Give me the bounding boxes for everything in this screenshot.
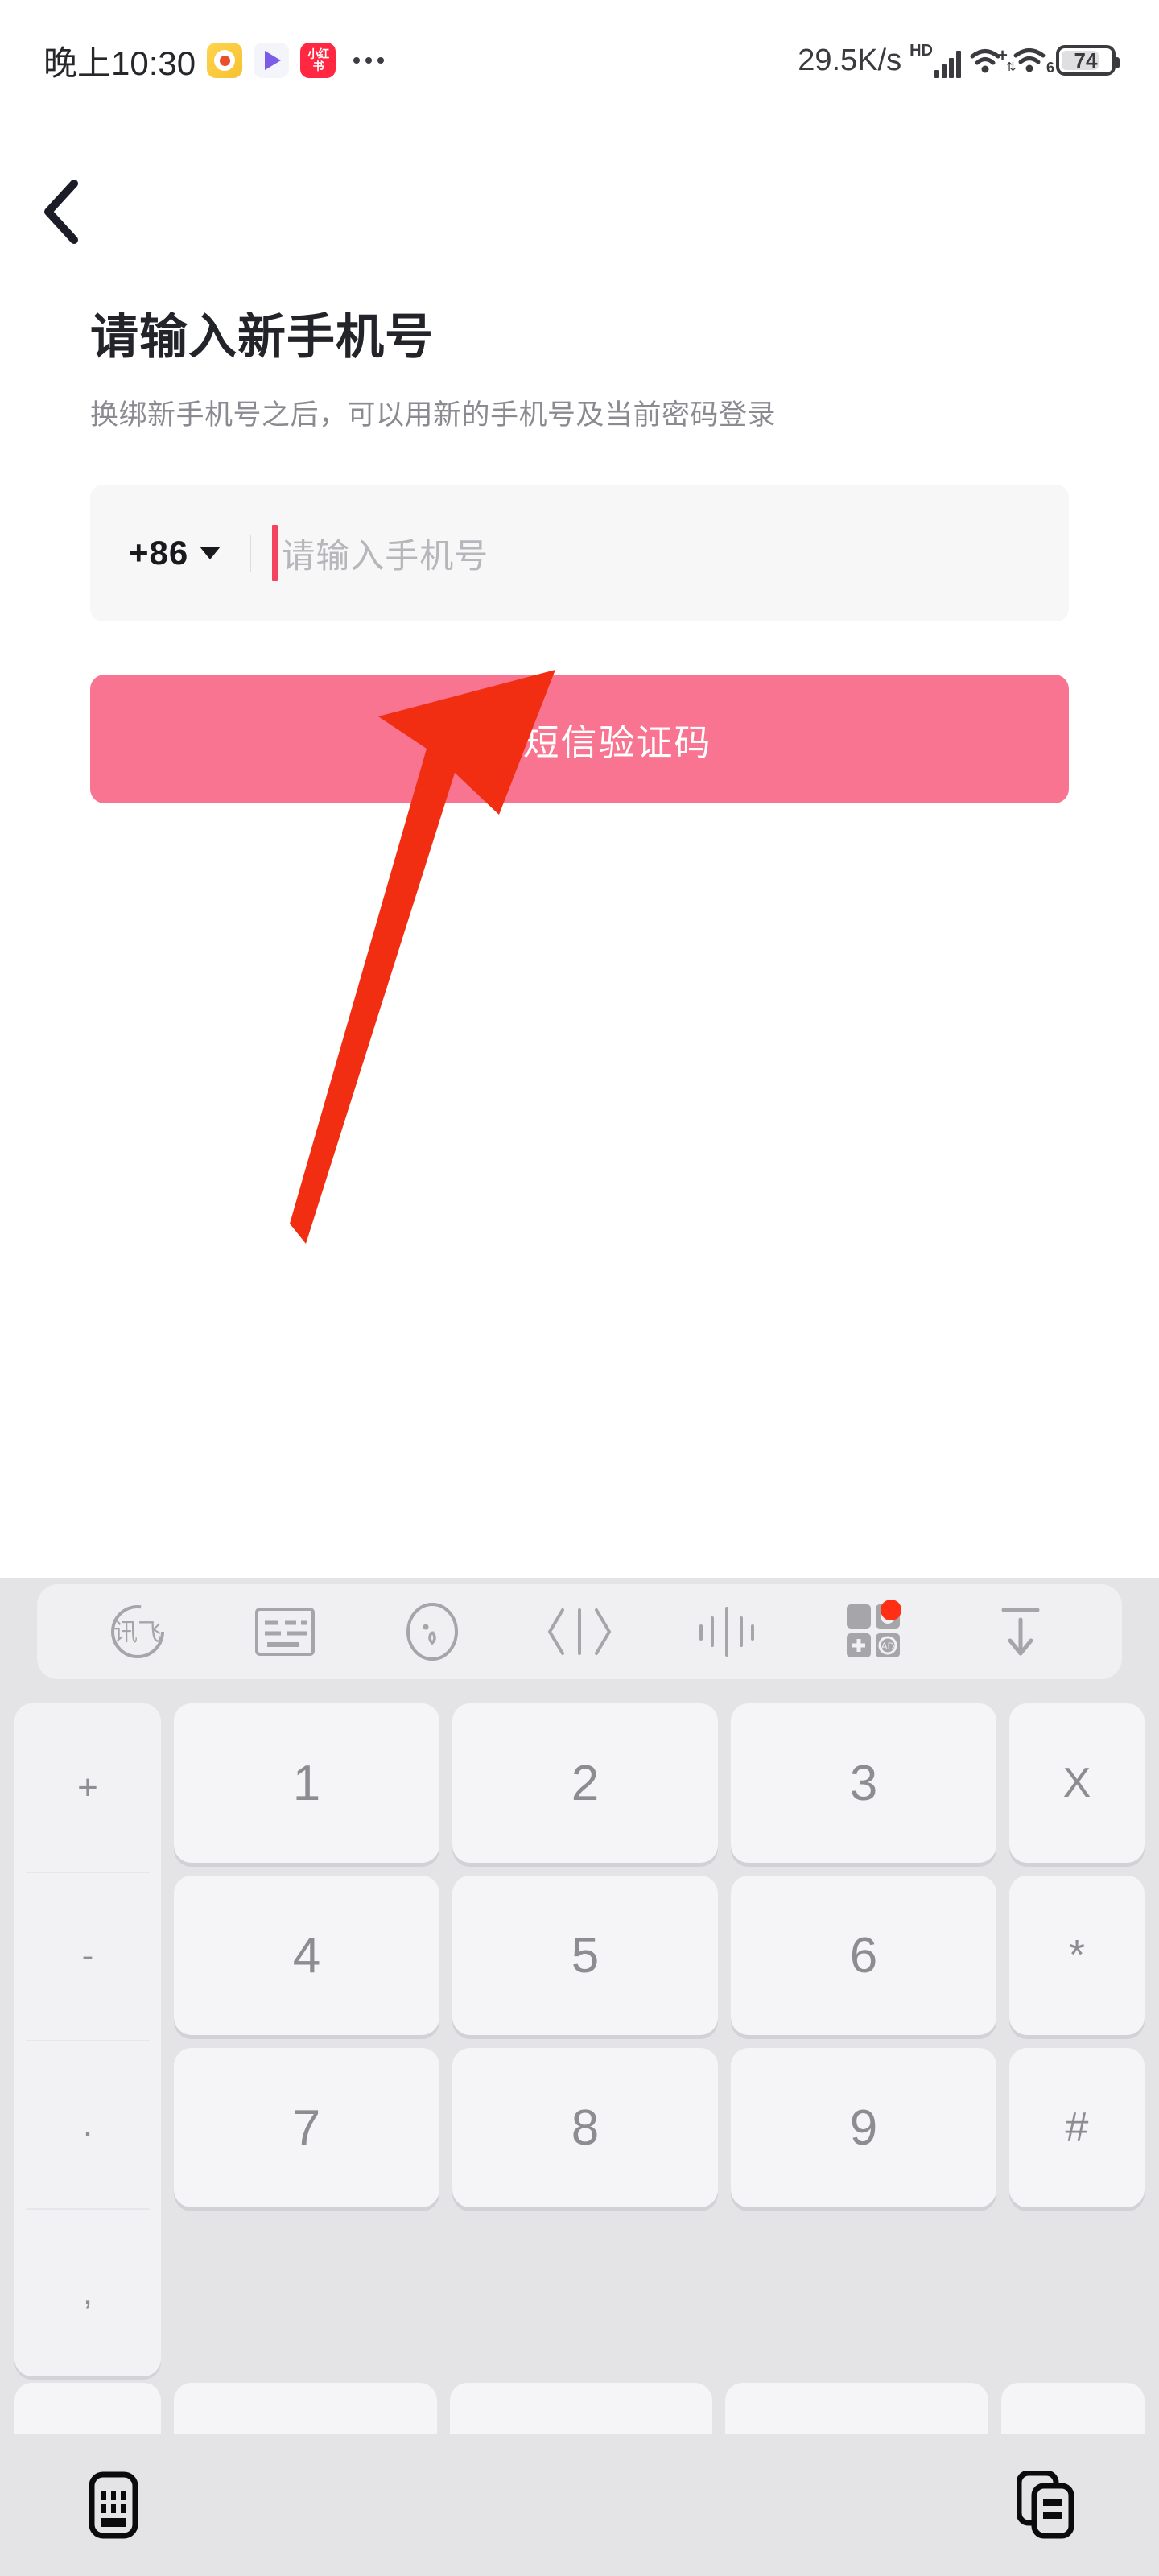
status-bar: 晚上10:30 小红书 29.5K/s HD + ⇅ 6 74 xyxy=(0,0,1159,121)
keyboard-row: 4 5 6 * xyxy=(174,1876,1145,2035)
status-time: 晚上10:30 xyxy=(43,43,196,82)
keyboard-row: 7 8 9 # xyxy=(174,2048,1145,2207)
page-content: 请输入新手机号 换绑新手机号之后，可以用新的手机号及当前密码登录 +86 请输入… xyxy=(0,298,1159,803)
keyboard-clipboard-icon[interactable] xyxy=(246,1593,324,1670)
voice-waveform-icon[interactable] xyxy=(688,1593,765,1670)
status-bar-right: 29.5K/s HD + ⇅ 6 74 xyxy=(798,43,1120,78)
battery-level: 74 xyxy=(1074,47,1098,72)
symbols-icon[interactable] xyxy=(541,1593,618,1670)
country-code-label[interactable]: +86 xyxy=(129,534,188,572)
wifi-plus-icon: + xyxy=(969,45,1008,74)
wifi-arrows-icon: ⇅ xyxy=(1006,60,1017,74)
notification-badge xyxy=(880,1600,901,1620)
keyboard-keys: + - . , 1 2 3 X 4 5 6 * 7 8 9 # xyxy=(0,1690,1159,2479)
video-player-icon xyxy=(254,43,290,78)
digit-8-key[interactable]: 8 xyxy=(452,2048,718,2207)
field-divider xyxy=(250,535,252,572)
text-cursor xyxy=(272,525,278,581)
phone-input-placeholder: 请输入手机号 xyxy=(281,536,489,575)
get-sms-code-label: 获取短信验证码 xyxy=(447,721,712,763)
digit-4-key[interactable]: 4 xyxy=(174,1876,439,2035)
digit-7-key[interactable]: 7 xyxy=(174,2048,439,2207)
battery-icon: 74 xyxy=(1056,45,1120,76)
back-chevron-icon xyxy=(44,180,78,244)
digit-6-key[interactable]: 6 xyxy=(731,1876,996,2035)
digit-9-key[interactable]: 9 xyxy=(731,2048,996,2207)
period-key[interactable]: . xyxy=(14,2040,161,2208)
plus-key[interactable]: + xyxy=(14,1703,161,1872)
multiply-key[interactable]: X xyxy=(1009,1703,1145,1863)
comma-key[interactable]: , xyxy=(14,2208,161,2376)
digit-2-key[interactable]: 2 xyxy=(452,1703,718,1863)
get-sms-code-button[interactable]: 获取短信验证码 xyxy=(90,675,1069,803)
keyboard-toolbar: 讯飞 AD xyxy=(37,1584,1122,1679)
network-speed: 29.5K/s xyxy=(798,43,902,77)
collapse-keyboard-icon[interactable] xyxy=(982,1593,1059,1670)
chevron-down-icon[interactable] xyxy=(200,547,221,559)
svg-text:AD: AD xyxy=(881,1641,894,1652)
digit-3-key[interactable]: 3 xyxy=(731,1703,996,1863)
digit-5-key[interactable]: 5 xyxy=(452,1876,718,2035)
weibo-icon xyxy=(207,43,243,78)
iflytek-logo-icon[interactable]: 讯飞 xyxy=(99,1593,176,1670)
cellular-signal-icon: HD xyxy=(909,43,961,78)
navigation-bar xyxy=(0,2434,1159,2576)
status-bar-left: 晚上10:30 小红书 xyxy=(43,36,385,85)
symbol-column-key[interactable]: + - . , xyxy=(14,1703,161,2376)
overflow-dots-icon xyxy=(353,57,385,64)
wifi-six-mark: 6 xyxy=(1046,60,1054,76)
keyboard-row: 1 2 3 X xyxy=(174,1703,1145,1863)
back-button[interactable] xyxy=(39,167,127,256)
minus-key[interactable]: - xyxy=(14,1872,161,2040)
wifi-6-icon: ⇅ 6 xyxy=(1006,47,1054,76)
hd-label: HD xyxy=(909,42,933,60)
xiaohongshu-icon: 小红书 xyxy=(300,43,336,78)
keyboard-main-grid: 1 2 3 X 4 5 6 * 7 8 9 # xyxy=(174,1703,1145,2479)
digit-1-key[interactable]: 1 xyxy=(174,1703,439,1863)
recent-apps-icon[interactable] xyxy=(1009,2469,1082,2541)
apps-grid-icon[interactable]: AD xyxy=(835,1593,913,1670)
page-title: 请输入新手机号 xyxy=(90,310,434,364)
phone-number-input[interactable]: +86 请输入手机号 xyxy=(90,485,1069,621)
emoji-face-icon[interactable] xyxy=(394,1593,471,1670)
hash-key[interactable]: # xyxy=(1009,2048,1145,2207)
svg-text:讯飞: 讯飞 xyxy=(113,1620,162,1646)
asterisk-key[interactable]: * xyxy=(1009,1876,1145,2035)
keyboard-panel: 讯飞 AD + - . , 1 2 3 X 4 5 6 * 7 8 9 # xyxy=(0,1578,1159,2576)
switch-keyboard-icon[interactable] xyxy=(77,2469,150,2541)
page-subtitle: 换绑新手机号之后，可以用新的手机号及当前密码登录 xyxy=(90,399,777,431)
